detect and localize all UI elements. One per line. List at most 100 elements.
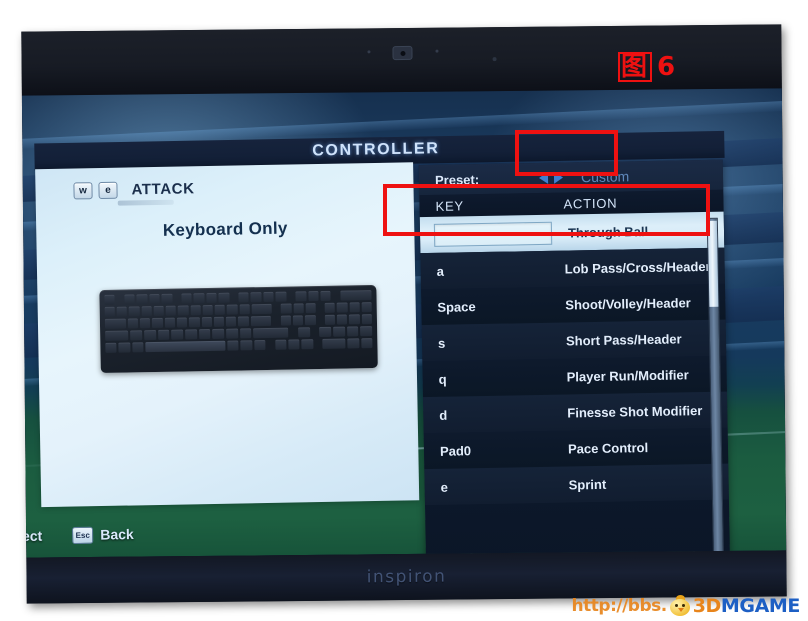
attack-tab-label: ATTACK xyxy=(131,180,195,199)
keyboard-key xyxy=(324,302,336,313)
bezel-mic-dot-left xyxy=(367,50,371,54)
binding-row-selected[interactable]: Through Ball xyxy=(419,211,725,254)
keyboard-key-space xyxy=(145,340,226,353)
game-ui-overlay: CONTROLLER w e ATTACK Keyboard Only Pres… xyxy=(21,88,786,558)
keyboard-key xyxy=(324,314,335,325)
keycap-e-icon[interactable]: e xyxy=(98,181,118,200)
device-mode-label: Keyboard Only xyxy=(162,218,288,240)
keycap-w-icon[interactable]: w xyxy=(73,182,93,200)
keyboard-key-menu xyxy=(240,340,253,351)
keyboard-illustration xyxy=(99,284,378,374)
keyboard-key-arrow-right xyxy=(301,339,314,350)
keyboard-key xyxy=(193,293,205,304)
watermark: http://bbs. 3DMGAME xyxy=(572,595,800,617)
keyboard-key xyxy=(124,294,135,305)
keyboard-key xyxy=(214,304,226,315)
binding-key-label: d xyxy=(439,407,448,423)
keyboard-key xyxy=(361,314,372,325)
preset-value: Custom xyxy=(580,168,630,186)
scrollbar-thumb[interactable] xyxy=(707,220,719,307)
keyboard-gap xyxy=(290,327,296,337)
binding-row[interactable]: a Lob Pass/Cross/Header xyxy=(420,247,725,290)
figure-label-number: 6 xyxy=(657,52,678,82)
keyboard-key xyxy=(139,318,151,329)
keyboard-key xyxy=(292,315,304,326)
binding-action-label: Pace Control xyxy=(567,439,649,456)
binding-row[interactable]: d Finesse Shot Modifier xyxy=(423,391,728,434)
preset-label: Preset: xyxy=(434,171,480,188)
keyboard-key xyxy=(213,316,225,327)
triangle-left-icon[interactable] xyxy=(538,171,549,184)
keyboard-key xyxy=(164,317,175,328)
keyboard-key xyxy=(206,292,217,304)
keyboard-row xyxy=(105,338,373,353)
keyboard-key xyxy=(218,292,230,303)
keyboard-key xyxy=(136,294,148,305)
keyboard-key-enter xyxy=(250,315,272,327)
hint-back[interactable]: Esc Back xyxy=(72,525,134,544)
keyboard-key-numpad0 xyxy=(322,338,346,349)
binding-key-label: s xyxy=(437,335,446,351)
keyboard-gap xyxy=(273,316,278,326)
key-capture-input[interactable] xyxy=(433,221,553,247)
keyboard-gap xyxy=(317,315,322,325)
keyboard-key xyxy=(275,291,287,302)
keyboard-gap xyxy=(288,291,293,301)
binding-key-label: Pad0 xyxy=(439,442,472,459)
binding-row[interactable]: e Sprint xyxy=(424,463,729,506)
keyboard-key-alt xyxy=(227,340,239,351)
page-title: CONTROLLER xyxy=(312,140,440,160)
keyboard-key xyxy=(178,305,189,316)
keyboard-key xyxy=(305,303,316,314)
keyboard-key-backspace xyxy=(251,303,273,315)
attack-tab[interactable]: w e ATTACK xyxy=(73,180,195,200)
keyboard-key xyxy=(165,305,177,316)
keyboard-key xyxy=(263,291,274,303)
keyboard-gap xyxy=(312,327,318,337)
binding-row[interactable]: Pad0 Pace Control xyxy=(423,427,729,470)
figure-label: 图6 xyxy=(618,52,677,82)
keyboard-key xyxy=(337,302,348,313)
watermark-brand: 3DMGAME xyxy=(692,595,801,617)
column-header-action: ACTION xyxy=(563,195,618,212)
figure-label-char: 图 xyxy=(618,52,653,82)
bezel-mic-dot-right xyxy=(435,49,439,53)
keyboard-key xyxy=(293,303,304,314)
keyboard-key xyxy=(346,326,359,337)
keyboard-key xyxy=(198,329,211,340)
hint-select-label: lect xyxy=(21,527,43,545)
column-header-key: KEY xyxy=(435,197,465,214)
keyboard-key xyxy=(226,316,237,327)
keyboard-key xyxy=(176,317,188,328)
keyboard-key xyxy=(349,314,360,325)
binding-key-label: q xyxy=(438,371,447,387)
keyboard-key xyxy=(127,318,139,329)
keyboard-key-numpad-dot xyxy=(347,338,360,349)
preset-selector[interactable]: Custom xyxy=(538,168,630,186)
keyboard-key xyxy=(116,306,128,317)
keyboard-key xyxy=(190,305,201,316)
keyboard-gap xyxy=(318,303,323,313)
laptop-screen: CONTROLLER w e ATTACK Keyboard Only Pres… xyxy=(21,88,787,558)
keyboard-key xyxy=(201,316,212,328)
tab-underline xyxy=(117,199,174,206)
keyboard-key-arrow-left xyxy=(274,339,287,350)
watermark-brand-prefix: 3D xyxy=(692,595,722,617)
keyboard-key xyxy=(104,294,116,305)
keyboard-key xyxy=(305,315,316,326)
binding-row[interactable]: Space Shoot/Volley/Header xyxy=(421,283,726,326)
binding-action-label: Through Ball xyxy=(567,223,649,240)
binding-row[interactable]: q Player Run/Modifier xyxy=(422,355,727,398)
photo-canvas: CONTROLLER w e ATTACK Keyboard Only Pres… xyxy=(0,0,808,621)
keyboard-gap xyxy=(274,304,279,314)
keyboard-key-ctrl xyxy=(253,340,266,351)
keyboard-key-tab xyxy=(104,318,126,329)
keyboard-key xyxy=(149,293,160,305)
binding-row[interactable]: s Short Pass/Header xyxy=(421,319,727,362)
keyboard-gap xyxy=(231,293,236,303)
keyboard-key xyxy=(212,328,225,339)
triangle-right-icon[interactable] xyxy=(553,171,564,184)
keyboard-key xyxy=(280,315,291,326)
keyboard-key xyxy=(319,326,332,338)
keyboard-key xyxy=(360,326,373,337)
